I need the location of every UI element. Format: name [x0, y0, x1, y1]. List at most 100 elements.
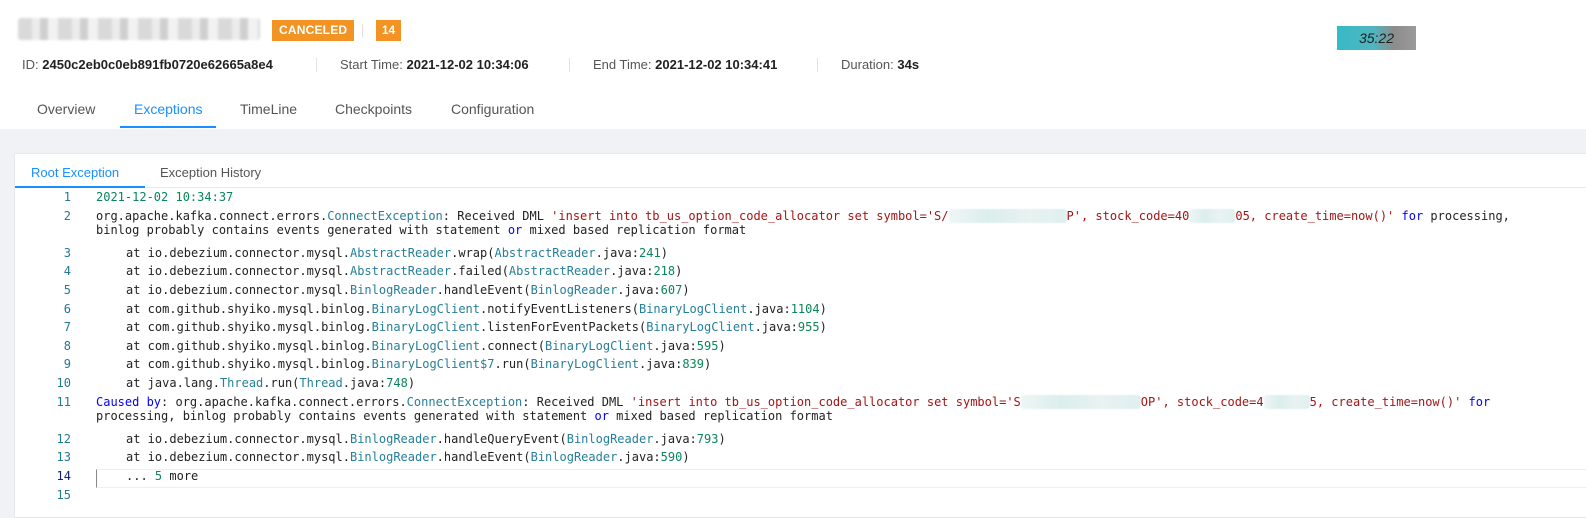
code-line: 15	[15, 488, 1586, 507]
meta-id: ID: 2450c2eb0c0eb891fb0720e62665a8e4	[22, 56, 273, 74]
id-value: 2450c2eb0c0eb891fb0720e62665a8e4	[42, 57, 273, 72]
subtab-exception-history[interactable]: Exception History	[160, 165, 261, 180]
redacted-value	[948, 209, 1067, 224]
class-name: BinlogReader	[349, 450, 437, 465]
text: .java:	[653, 338, 697, 353]
code-line: 3 at io.debezium.connector.mysql.Abstrac…	[15, 246, 1586, 265]
class-name: BinaryLogClient	[371, 338, 481, 353]
text: .listenForEventPackets(	[480, 320, 647, 335]
code-line: 13 at io.debezium.connector.mysql.Binlog…	[15, 450, 1586, 469]
string: 'insert into tb_us_option_code_allocator…	[630, 394, 1021, 409]
code-line: 2 org.apache.kafka.connect.errors.Connec…	[15, 209, 1586, 246]
line-number: 1	[63, 190, 71, 204]
class-name: AbstractReader	[349, 245, 452, 260]
class-name: BinlogReader	[530, 282, 618, 297]
class-name: BinaryLogClient	[371, 320, 481, 335]
tab-exceptions[interactable]: Exceptions	[134, 101, 202, 117]
text: .run(	[263, 375, 300, 390]
text: .java:	[638, 357, 683, 372]
text: )	[675, 264, 683, 279]
text: org.apache.kafka.connect.errors.	[96, 208, 328, 223]
job-header: CANCELED 14 35:22 ID: 2450c2eb0c0eb891fb…	[0, 0, 1586, 129]
tab-checkpoints[interactable]: Checkpoints	[335, 101, 412, 117]
number: 218	[653, 264, 676, 279]
text: .run(	[494, 357, 531, 372]
line-number: 10	[56, 375, 71, 390]
header-divider	[362, 24, 363, 38]
text: .handleQueryEvent(	[436, 431, 567, 446]
text: )	[682, 450, 690, 465]
meta-divider	[316, 58, 317, 72]
tab-overview[interactable]: Overview	[37, 101, 95, 117]
line-text: at com.github.shyiko.mysql.binlog. Binary…	[96, 357, 711, 371]
text: .notifyEventListeners(	[480, 301, 639, 316]
line-text: at com.github.shyiko.mysql.binlog.Binary…	[96, 339, 726, 353]
tab-configuration[interactable]: Configuration	[451, 101, 534, 117]
class-name: BinaryLogClient	[638, 301, 748, 316]
line-text: ... 5 more	[96, 469, 198, 483]
class-name: BinaryLogClient	[646, 320, 755, 335]
exceptions-panel: Root Exception Exception History 1 2021-…	[14, 153, 1586, 518]
text: at com.github.shyiko.mysql.binlog.	[126, 357, 372, 372]
text: .java:	[754, 320, 798, 335]
text: .java:	[747, 301, 791, 316]
keyword: or	[594, 409, 609, 424]
line-number: 13	[56, 450, 71, 465]
text: processing,	[1423, 208, 1510, 223]
subtab-root-exception[interactable]: Root Exception	[31, 165, 119, 180]
line-text: at java.lang.Thread.run(Thread.java:748)	[96, 376, 415, 390]
redacted-value	[1020, 395, 1141, 410]
text: )	[718, 338, 726, 353]
tab-timeline[interactable]: TimeLine	[240, 101, 297, 117]
text: at io.debezium.connector.mysql.	[126, 282, 350, 297]
number: 839	[682, 357, 705, 372]
text: )	[718, 431, 726, 446]
class-name: ConnectException	[327, 208, 443, 223]
keyword: or	[507, 223, 523, 238]
text: at com.github.shyiko.mysql.binlog.	[126, 301, 372, 316]
number: 1104	[790, 301, 820, 316]
line-number: 11	[56, 394, 71, 409]
string: 5, create_time=now()'	[1309, 394, 1462, 409]
exception-subtabs: Root Exception Exception History	[15, 154, 1586, 188]
text: : Received DML	[442, 208, 552, 223]
string: 'insert into tb_us_option_code_allocator…	[551, 208, 949, 223]
line-text: at io.debezium.connector.mysql.BinlogRea…	[96, 450, 690, 464]
class-name: BinlogReader	[566, 431, 654, 446]
class-name: BinaryLogClient	[530, 357, 639, 372]
duration-label: Duration:	[841, 57, 894, 72]
code-line: 10 at java.lang.Thread.run(Thread.java:7…	[15, 376, 1586, 395]
end-value: 2021-12-02 10:34:41	[655, 57, 778, 72]
text: )	[682, 282, 690, 297]
string: 05, create_time=now()'	[1235, 208, 1395, 223]
count-badge: 14	[376, 20, 401, 41]
line-number: 6	[63, 301, 71, 316]
class-name: BinaryLogClient	[371, 301, 481, 316]
text: at io.debezium.connector.mysql.	[126, 431, 350, 446]
string: OP', stock_code=4	[1140, 394, 1264, 409]
text: )	[819, 320, 827, 335]
code-line: 4 at io.debezium.connector.mysql.Abstrac…	[15, 264, 1586, 283]
class-name: BinlogReader	[530, 450, 618, 465]
exception-code-viewer[interactable]: 1 2021-12-02 10:34:37 2 org.apache.kafka…	[15, 190, 1586, 506]
line-text: at io.debezium.connector.mysql. BinlogRea…	[96, 432, 726, 446]
current-line-highlight	[96, 468, 1586, 488]
line-text: at io.debezium.connector.mysql.AbstractR…	[96, 246, 668, 260]
line-number: 12	[56, 431, 71, 446]
redacted-value	[1189, 209, 1236, 224]
text: .java:	[610, 264, 654, 279]
number: 595	[696, 338, 719, 353]
line-text: at com.github.shyiko.mysql.binlog.Binary…	[96, 320, 827, 334]
redacted-value	[1263, 395, 1310, 410]
meta-divider	[817, 58, 818, 72]
text: )	[819, 301, 827, 316]
line-number: 14	[56, 468, 71, 483]
active-tab-indicator	[120, 126, 216, 128]
keyword: for	[1394, 208, 1424, 223]
text: .failed(	[451, 264, 509, 279]
text: .handleEvent(	[436, 450, 531, 465]
status-badge: CANCELED	[272, 20, 355, 41]
end-label: End Time:	[593, 57, 652, 72]
number: 955	[797, 320, 820, 335]
text: at com.github.shyiko.mysql.binlog.	[126, 320, 372, 335]
